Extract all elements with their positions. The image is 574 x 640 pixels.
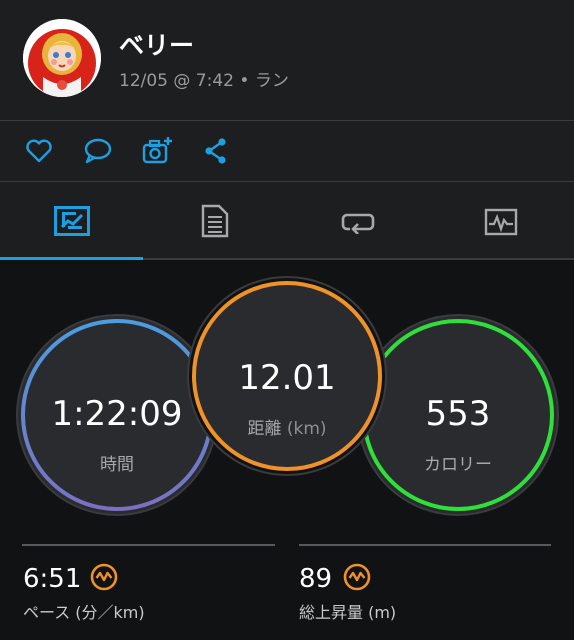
distance-stat-circle: 12.01 距離 (km) [187, 276, 387, 476]
activity-header: ベリー 12/05 @ 7:42 • ラン [0, 0, 574, 120]
tab-indicator [0, 257, 143, 260]
distance-value: 12.01 [238, 358, 336, 398]
distance-unit: (km) [286, 419, 327, 439]
pace-gauge-icon[interactable] [90, 563, 118, 591]
action-bar [0, 121, 574, 181]
like-button[interactable] [22, 134, 56, 168]
comment-button[interactable] [81, 134, 115, 168]
tab-baseline [143, 258, 574, 260]
share-button[interactable] [199, 134, 233, 168]
avatar[interactable] [23, 19, 101, 97]
add-photo-icon [142, 137, 172, 164]
elevation-gauge-icon[interactable] [343, 563, 371, 591]
activity-meta: 12/05 @ 7:42 • ラン [119, 66, 289, 91]
distance-label-text: 距離 [247, 419, 282, 439]
activity-type: ラン [254, 71, 289, 91]
comment-icon [84, 138, 112, 164]
distance-label: 距離 (km) [189, 414, 385, 439]
activity-date-time: 12/05 @ 7:42 [119, 71, 234, 91]
heart-icon [26, 139, 52, 163]
user-name[interactable]: ベリー [119, 26, 194, 62]
pace-rule [22, 544, 275, 546]
meta-separator: • [239, 71, 250, 91]
laps-icon [341, 213, 374, 234]
elevation-gain-label: 総上昇量 (m) [299, 603, 397, 622]
pace-label: ペース (分／km) [23, 603, 145, 622]
time-value: 1:22:09 [51, 394, 183, 434]
calories-value: 553 [425, 394, 491, 434]
pace-value: 6:51 [23, 564, 82, 594]
tab-details[interactable] [143, 182, 286, 260]
calories-stat-circle: 553 カロリー [357, 314, 559, 516]
chart-icon [484, 208, 517, 236]
elevation-gain-value: 89 [299, 564, 333, 594]
activity-tabs [0, 182, 574, 260]
stats-icon [53, 206, 90, 236]
add-photo-button[interactable] [140, 134, 174, 168]
details-icon [201, 204, 228, 238]
elevation-rule [299, 544, 551, 546]
calories-label: カロリー [424, 455, 492, 475]
share-icon [205, 138, 226, 164]
tab-laps[interactable] [286, 182, 429, 260]
tab-charts[interactable] [429, 182, 572, 260]
time-label: 時間 [100, 455, 134, 475]
matryoshka-avatar-image [23, 19, 101, 97]
time-stat-circle: 1:22:09 時間 [16, 314, 218, 516]
tab-stats[interactable] [0, 182, 143, 260]
